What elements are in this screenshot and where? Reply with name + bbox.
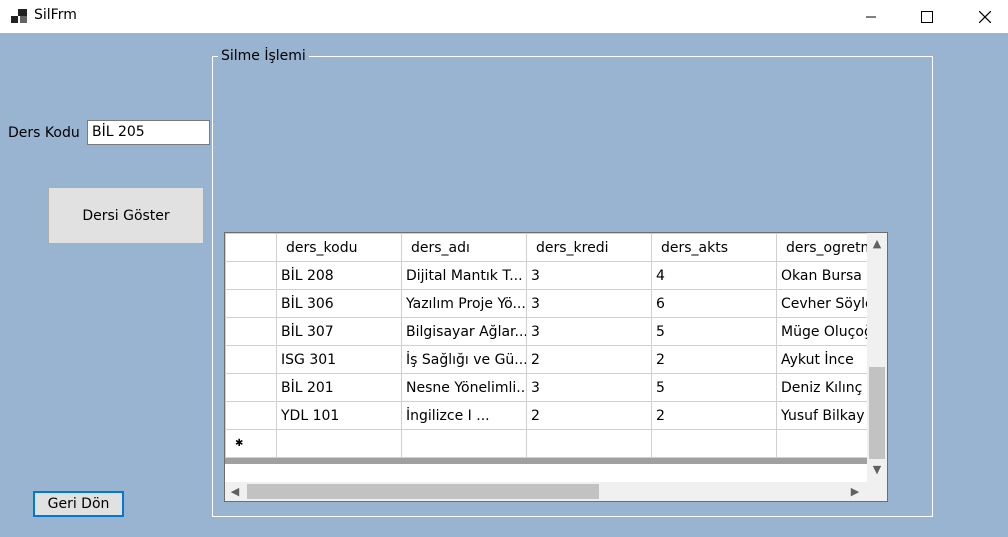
column-header[interactable]: ders_kredi <box>526 233 652 262</box>
row-header[interactable] <box>225 317 277 346</box>
row-header[interactable] <box>225 345 277 374</box>
close-button[interactable] <box>962 0 1008 33</box>
scrollbar-corner <box>867 482 887 501</box>
table-cell[interactable]: BİL 306 <box>276 289 402 318</box>
table-cell[interactable]: 6 <box>651 289 777 318</box>
table-cell[interactable]: 3 <box>526 317 652 346</box>
table-cell[interactable] <box>526 429 652 458</box>
ders-kodu-input[interactable]: BİL 205 <box>87 120 210 145</box>
horizontal-scroll-thumb[interactable] <box>247 484 599 499</box>
row-header[interactable] <box>225 401 277 430</box>
dersi-goster-button[interactable]: Dersi Göster <box>48 187 204 244</box>
table-cell[interactable]: 2 <box>651 401 777 430</box>
table-cell[interactable]: 3 <box>526 261 652 290</box>
column-header[interactable]: ders_kodu <box>276 233 402 262</box>
row-header[interactable] <box>225 261 277 290</box>
table-cell[interactable]: Yazılım Proje Yö... <box>401 289 527 318</box>
table-cell[interactable]: Dijital Mantık T... <box>401 261 527 290</box>
table-row[interactable]: BİL 201 Nesne Yönelimli... 3 5 Deniz Kılınç <box>225 373 867 402</box>
table-row[interactable]: BİL 306 Yazılım Proje Yö... 3 6 Cevher Söyle <box>225 289 867 318</box>
table-cell[interactable]: BİL 208 <box>276 261 402 290</box>
scroll-right-icon[interactable]: ▶ <box>847 483 863 499</box>
ders-kodu-label: Ders Kodu <box>8 125 80 141</box>
table-cell[interactable]: İngilizce I ... <box>401 401 527 430</box>
table-row[interactable]: ISG 301 İş Sağlığı ve Gü... 2 2 Aykut İnce <box>225 345 867 374</box>
table-cell[interactable]: Deniz Kılınç <box>776 373 867 402</box>
window-title: SilFrm <box>34 7 77 23</box>
scroll-up-icon[interactable]: ▲ <box>869 235 885 251</box>
table-cell[interactable]: 3 <box>526 289 652 318</box>
column-header[interactable]: ders_akts <box>651 233 777 262</box>
table-cell[interactable]: 2 <box>651 345 777 374</box>
grid-body: ders_kodu ders_adı ders_kredi ders_akts … <box>225 233 867 464</box>
table-cell[interactable]: BİL 307 <box>276 317 402 346</box>
table-cell[interactable]: 5 <box>651 373 777 402</box>
table-cell[interactable] <box>401 429 527 458</box>
group-title: Silme İşlemi <box>218 48 309 64</box>
table-cell[interactable] <box>651 429 777 458</box>
vertical-scroll-thumb[interactable] <box>869 367 885 459</box>
title-bar: SilFrm <box>0 0 1008 33</box>
header-row: ders_kodu ders_adı ders_kredi ders_akts … <box>225 233 867 262</box>
table-cell[interactable]: 5 <box>651 317 777 346</box>
table-cell[interactable]: BİL 201 <box>276 373 402 402</box>
row-header[interactable] <box>225 289 277 318</box>
horizontal-scrollbar[interactable]: ◀ ▶ <box>225 482 867 501</box>
table-cell[interactable]: 2 <box>526 401 652 430</box>
table-cell[interactable] <box>276 429 402 458</box>
minimize-button[interactable] <box>848 0 894 33</box>
table-cell[interactable]: Nesne Yönelimli... <box>401 373 527 402</box>
data-grid[interactable]: ders_kodu ders_adı ders_kredi ders_akts … <box>224 232 888 502</box>
maximize-button[interactable] <box>904 0 950 33</box>
table-cell[interactable]: Müge Oluçoğ <box>776 317 867 346</box>
table-cell[interactable]: 3 <box>526 373 652 402</box>
row-header[interactable] <box>225 373 277 402</box>
table-cell[interactable] <box>776 429 867 458</box>
app-icon <box>11 9 27 23</box>
table-row[interactable]: BİL 307 Bilgisayar Ağlar... 3 5 Müge Oluçoğ <box>225 317 867 346</box>
minimize-icon <box>866 16 876 17</box>
table-cell[interactable]: YDL 101 <box>276 401 402 430</box>
geri-don-button[interactable]: Geri Dön <box>33 491 124 517</box>
table-cell[interactable]: Okan Bursa <box>776 261 867 290</box>
table-cell[interactable]: Bilgisayar Ağlar... <box>401 317 527 346</box>
table-cell[interactable]: İş Sağlığı ve Gü... <box>401 345 527 374</box>
table-cell[interactable]: Yusuf Bilkay <box>776 401 867 430</box>
row-header-corner <box>225 233 277 262</box>
table-cell[interactable]: ISG 301 <box>276 345 402 374</box>
table-cell[interactable]: 4 <box>651 261 777 290</box>
scroll-down-icon[interactable]: ▼ <box>869 461 885 477</box>
grid-table: ders_kodu ders_adı ders_kredi ders_akts … <box>225 233 867 458</box>
new-row[interactable]: ✱ <box>225 429 867 458</box>
scroll-left-icon[interactable]: ◀ <box>227 483 243 499</box>
vertical-scrollbar[interactable]: ▲ ▼ <box>867 233 887 484</box>
new-row-icon[interactable]: ✱ <box>225 429 277 458</box>
table-cell[interactable]: Cevher Söyle <box>776 289 867 318</box>
column-header[interactable]: ders_ogretm <box>776 233 867 262</box>
table-cell[interactable]: Aykut İnce <box>776 345 867 374</box>
table-row[interactable]: BİL 208 Dijital Mantık T... 3 4 Okan Bursa <box>225 261 867 290</box>
maximize-icon <box>921 10 933 23</box>
table-row[interactable]: YDL 101 İngilizce I ... 2 2 Yusuf Bilkay <box>225 401 867 430</box>
table-cell[interactable]: 2 <box>526 345 652 374</box>
column-header[interactable]: ders_adı <box>401 233 527 262</box>
close-icon <box>979 10 991 23</box>
